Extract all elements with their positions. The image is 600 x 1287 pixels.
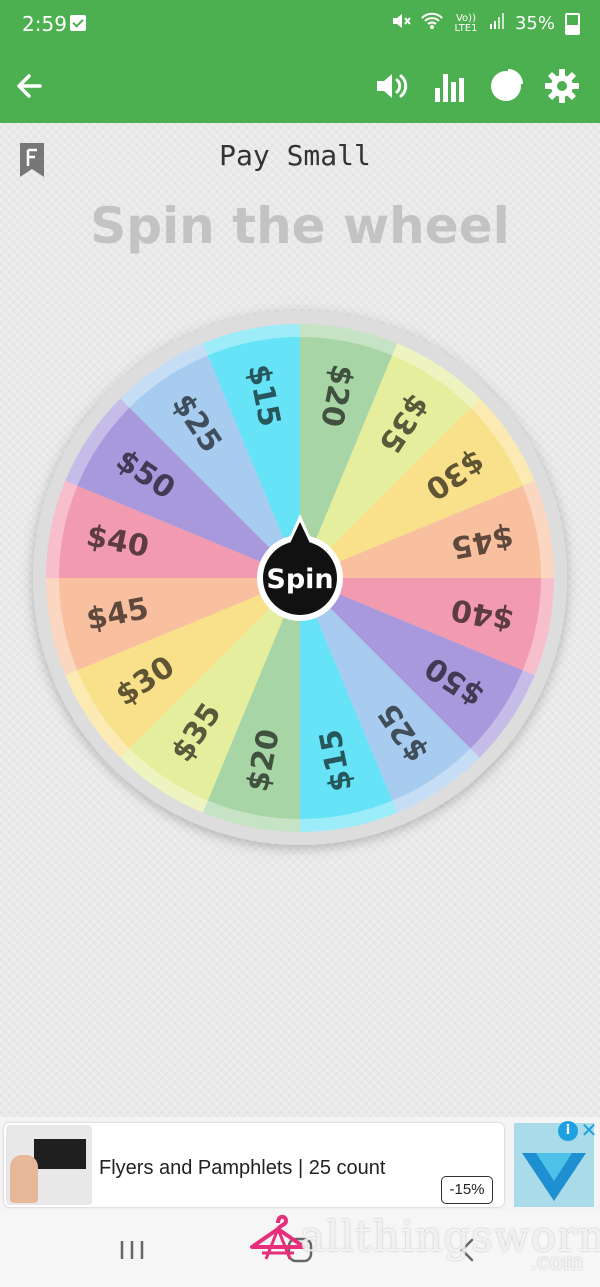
battery-percent: 35% — [514, 13, 555, 34]
spin-wheel[interactable]: $20 $35 $30 $45 $40 $50 $25 $15 $20 $35 $30 $45 $40 $… — [20, 308, 580, 868]
status-time: 2:59 — [22, 12, 67, 36]
wheel-graphic[interactable]: $20 $35$30$45$40$50$25$15$20$35$30$45$40$… — [20, 308, 580, 868]
info-icon[interactable]: i — [558, 1121, 578, 1141]
back-arrow-icon[interactable] — [10, 66, 50, 106]
battery-icon — [565, 12, 580, 35]
ad-thumbnail — [6, 1125, 92, 1205]
ad-banner: Flyers and Pamphlets | 25 count -15% i ✕ — [0, 1117, 600, 1210]
wifi-icon — [421, 12, 443, 35]
ad-text: Flyers and Pamphlets | 25 count — [99, 1157, 386, 1179]
wheel-title: Spin the wheel — [90, 197, 510, 255]
home-icon[interactable] — [280, 1230, 320, 1270]
recent-apps-icon[interactable] — [112, 1230, 152, 1270]
network-type: Vo)) LTE1 — [454, 12, 478, 34]
ad-card[interactable]: Flyers and Pamphlets | 25 count -15% — [4, 1123, 504, 1207]
notification-check-icon — [70, 15, 86, 31]
mute-icon — [391, 12, 411, 35]
wheel-name: Pay Small — [219, 139, 371, 172]
status-icons: Vo)) LTE1 35% — [391, 12, 580, 35]
app-bar — [0, 52, 600, 123]
wheel-screen: Pay Small Spin the wheel $20 $35 $30 $45 $40… — [0, 123, 600, 1117]
signal-icon — [489, 12, 505, 35]
bar-chart-icon[interactable] — [430, 66, 470, 106]
settings-gear-icon[interactable] — [542, 66, 582, 106]
ad-discount-badge: -15% — [441, 1176, 493, 1204]
system-nav-bar — [0, 1210, 600, 1287]
close-icon[interactable]: ✕ — [580, 1119, 598, 1141]
back-icon[interactable] — [448, 1230, 488, 1270]
spin-label: Spin — [266, 564, 333, 595]
pie-chart-icon[interactable] — [486, 66, 526, 106]
volume-icon[interactable] — [372, 66, 412, 106]
status-bar: 2:59 Vo)) LTE1 35% — [0, 0, 600, 52]
